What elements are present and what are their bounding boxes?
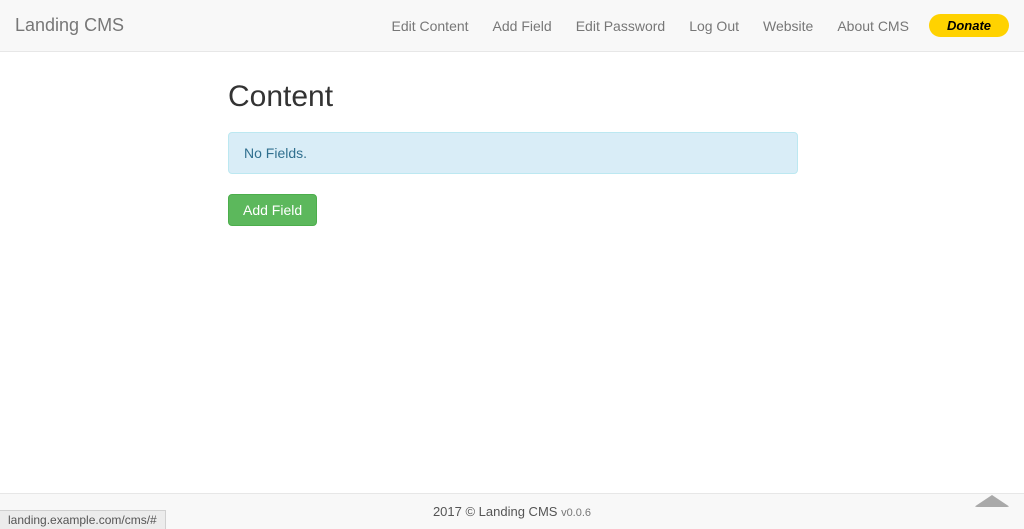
add-field-button[interactable]: Add Field — [228, 194, 317, 226]
main-content: Content No Fields. Add Field — [228, 52, 798, 226]
nav-website[interactable]: Website — [751, 3, 825, 49]
brand-link[interactable]: Landing CMS — [15, 0, 139, 51]
top-navbar: Landing CMS Edit Content Add Field Edit … — [0, 0, 1024, 52]
nav-edit-content[interactable]: Edit Content — [379, 3, 480, 49]
footer-copyright: 2017 © Landing CMS — [433, 504, 561, 519]
footer-version: v0.0.6 — [561, 507, 591, 519]
nav-log-out[interactable]: Log Out — [677, 3, 751, 49]
no-fields-alert: No Fields. — [228, 132, 798, 174]
donate-button[interactable]: Donate — [929, 14, 1009, 37]
browser-status-bar: landing.example.com/cms/# — [0, 510, 166, 529]
scroll-top-icon[interactable] — [974, 495, 1010, 507]
nav-add-field[interactable]: Add Field — [481, 3, 564, 49]
page-title: Content — [228, 80, 798, 114]
nav-edit-password[interactable]: Edit Password — [564, 3, 677, 49]
nav-links: Edit Content Add Field Edit Password Log… — [379, 3, 1009, 49]
nav-about-cms[interactable]: About CMS — [825, 3, 921, 49]
